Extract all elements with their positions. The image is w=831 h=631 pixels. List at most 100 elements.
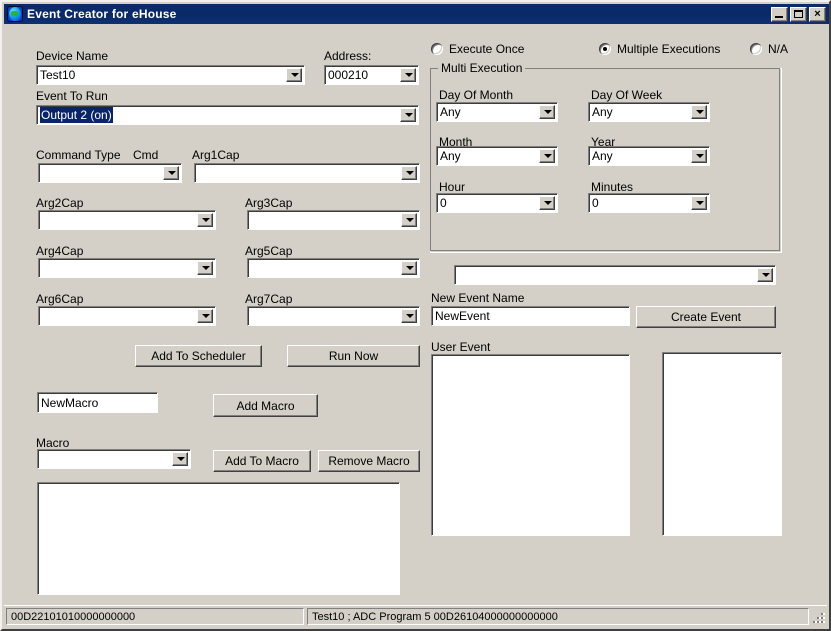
command-type-value — [42, 164, 163, 182]
add-macro-button[interactable]: Add Macro — [213, 394, 318, 417]
event-to-run-value: Output 2 (on) — [40, 107, 113, 123]
event-to-run-combo[interactable]: Output 2 (on) — [36, 105, 419, 125]
arg6cap-label: Arg6Cap — [36, 292, 84, 306]
hour-label: Hour — [439, 180, 466, 194]
device-name-dropdown-arrow[interactable] — [286, 68, 302, 82]
radio-na[interactable]: N/A — [750, 42, 788, 56]
year-value: Any — [592, 149, 613, 163]
side-list[interactable] — [662, 352, 782, 536]
add-to-macro-button[interactable]: Add To Macro — [213, 450, 311, 472]
remove-macro-button-label: Remove Macro — [328, 454, 410, 468]
maximize-button[interactable] — [790, 6, 807, 22]
status-right-text: Test10 ; ADC Program 5 00D26104000000000… — [312, 610, 558, 623]
device-name-label: Device Name — [36, 49, 109, 63]
arg4cap-value — [42, 259, 197, 277]
arg7cap-dropdown-arrow[interactable] — [401, 309, 417, 323]
radio-execute-once[interactable]: Execute Once — [431, 42, 524, 56]
year-dropdown-arrow[interactable] — [691, 149, 707, 163]
event-to-run-value-wrap: Output 2 (on) — [39, 106, 114, 124]
arg6cap-combo[interactable] — [38, 306, 216, 326]
arg3cap-dropdown-arrow[interactable] — [401, 213, 417, 227]
arg7cap-combo[interactable] — [247, 306, 420, 326]
arg5cap-combo[interactable] — [247, 258, 420, 278]
day-of-week-dropdown-arrow[interactable] — [691, 105, 707, 119]
address-value: 000210 — [328, 68, 369, 82]
maximize-icon — [794, 9, 803, 18]
minutes-dropdown-arrow[interactable] — [691, 196, 707, 210]
scheduler-entry-dropdown-arrow[interactable] — [757, 268, 773, 282]
macro-name-input[interactable]: NewMacro — [37, 392, 158, 413]
hour-value: 0 — [440, 196, 447, 210]
close-button[interactable]: × — [809, 6, 826, 22]
command-type-dropdown-arrow[interactable] — [163, 166, 179, 180]
arg5cap-value — [251, 259, 401, 277]
arg5cap-label: Arg5Cap — [245, 244, 293, 258]
address-dropdown-arrow[interactable] — [400, 68, 416, 82]
macro-label: Macro — [36, 436, 70, 450]
remove-macro-button[interactable]: Remove Macro — [318, 450, 420, 472]
add-to-scheduler-button-label: Add To Scheduler — [151, 349, 246, 363]
create-event-button[interactable]: Create Event — [636, 306, 776, 328]
month-combo[interactable]: Any — [436, 146, 558, 166]
day-of-week-value: Any — [592, 105, 613, 119]
radio-na-label: N/A — [768, 42, 789, 56]
user-event-label: User Event — [431, 340, 491, 354]
minimize-button[interactable] — [771, 6, 788, 22]
event-to-run-dropdown-arrow[interactable] — [400, 108, 416, 122]
arg3cap-combo[interactable] — [247, 210, 420, 230]
day-of-month-value: Any — [440, 105, 461, 119]
window-title: Event Creator for eHouse — [27, 7, 177, 21]
macro-content-list[interactable] — [37, 482, 400, 595]
month-dropdown-arrow[interactable] — [539, 149, 555, 163]
new-event-name-value: NewEvent — [435, 309, 490, 323]
globe-icon — [7, 6, 23, 22]
day-of-month-combo[interactable]: Any — [436, 102, 558, 122]
hour-combo[interactable]: 0 — [436, 193, 558, 213]
radio-multiple-executions[interactable]: Multiple Executions — [599, 42, 720, 56]
command-type-label: Command Type — [36, 148, 121, 162]
arg3cap-label: Arg3Cap — [245, 196, 293, 210]
day-of-week-combo[interactable]: Any — [588, 102, 710, 122]
command-type-combo[interactable] — [38, 163, 182, 183]
day-of-week-label: Day Of Week — [591, 88, 663, 102]
day-of-month-dropdown-arrow[interactable] — [539, 105, 555, 119]
address-combo[interactable]: 000210 — [324, 65, 419, 85]
multi-execution-legend: Multi Execution — [438, 61, 526, 75]
event-to-run-label: Event To Run — [36, 89, 108, 103]
minutes-combo[interactable]: 0 — [588, 193, 710, 213]
resize-grip-icon[interactable] — [811, 611, 825, 625]
radio-na-indicator — [750, 43, 762, 55]
arg5cap-dropdown-arrow[interactable] — [401, 261, 417, 275]
macro-dropdown-arrow[interactable] — [172, 452, 188, 466]
add-to-scheduler-button[interactable]: Add To Scheduler — [135, 345, 262, 367]
arg2cap-dropdown-arrow[interactable] — [197, 213, 213, 227]
status-bar: 00D22101010000000000 Test10 ; ADC Progra… — [4, 605, 827, 627]
new-event-name-input[interactable]: NewEvent — [431, 306, 630, 326]
minutes-value: 0 — [592, 196, 599, 210]
status-left-text: 00D22101010000000000 — [11, 610, 136, 623]
user-event-list[interactable] — [431, 354, 630, 536]
address-label: Address: — [324, 49, 372, 63]
minutes-label: Minutes — [591, 180, 634, 194]
scheduler-entry-value — [458, 266, 757, 284]
add-macro-button-label: Add Macro — [236, 398, 295, 413]
arg6cap-value — [42, 307, 197, 325]
day-of-month-label: Day Of Month — [439, 88, 514, 102]
arg4cap-dropdown-arrow[interactable] — [197, 261, 213, 275]
radio-execute-once-indicator — [431, 43, 443, 55]
arg6cap-dropdown-arrow[interactable] — [197, 309, 213, 323]
arg2cap-label: Arg2Cap — [36, 196, 84, 210]
run-now-button[interactable]: Run Now — [287, 345, 420, 367]
hour-dropdown-arrow[interactable] — [539, 196, 555, 210]
arg1cap-dropdown-arrow[interactable] — [401, 166, 417, 180]
arg3cap-value — [251, 211, 401, 229]
add-to-macro-button-label: Add To Macro — [225, 454, 299, 468]
event-creator-window: Event Creator for eHouse × Device Name T… — [0, 0, 831, 631]
device-name-combo[interactable]: Test10 — [36, 65, 305, 85]
arg2cap-combo[interactable] — [38, 210, 216, 230]
arg4cap-combo[interactable] — [38, 258, 216, 278]
scheduler-entry-combo[interactable] — [454, 265, 776, 285]
macro-combo[interactable] — [37, 449, 191, 469]
arg1cap-combo[interactable] — [194, 163, 420, 183]
year-combo[interactable]: Any — [588, 146, 710, 166]
